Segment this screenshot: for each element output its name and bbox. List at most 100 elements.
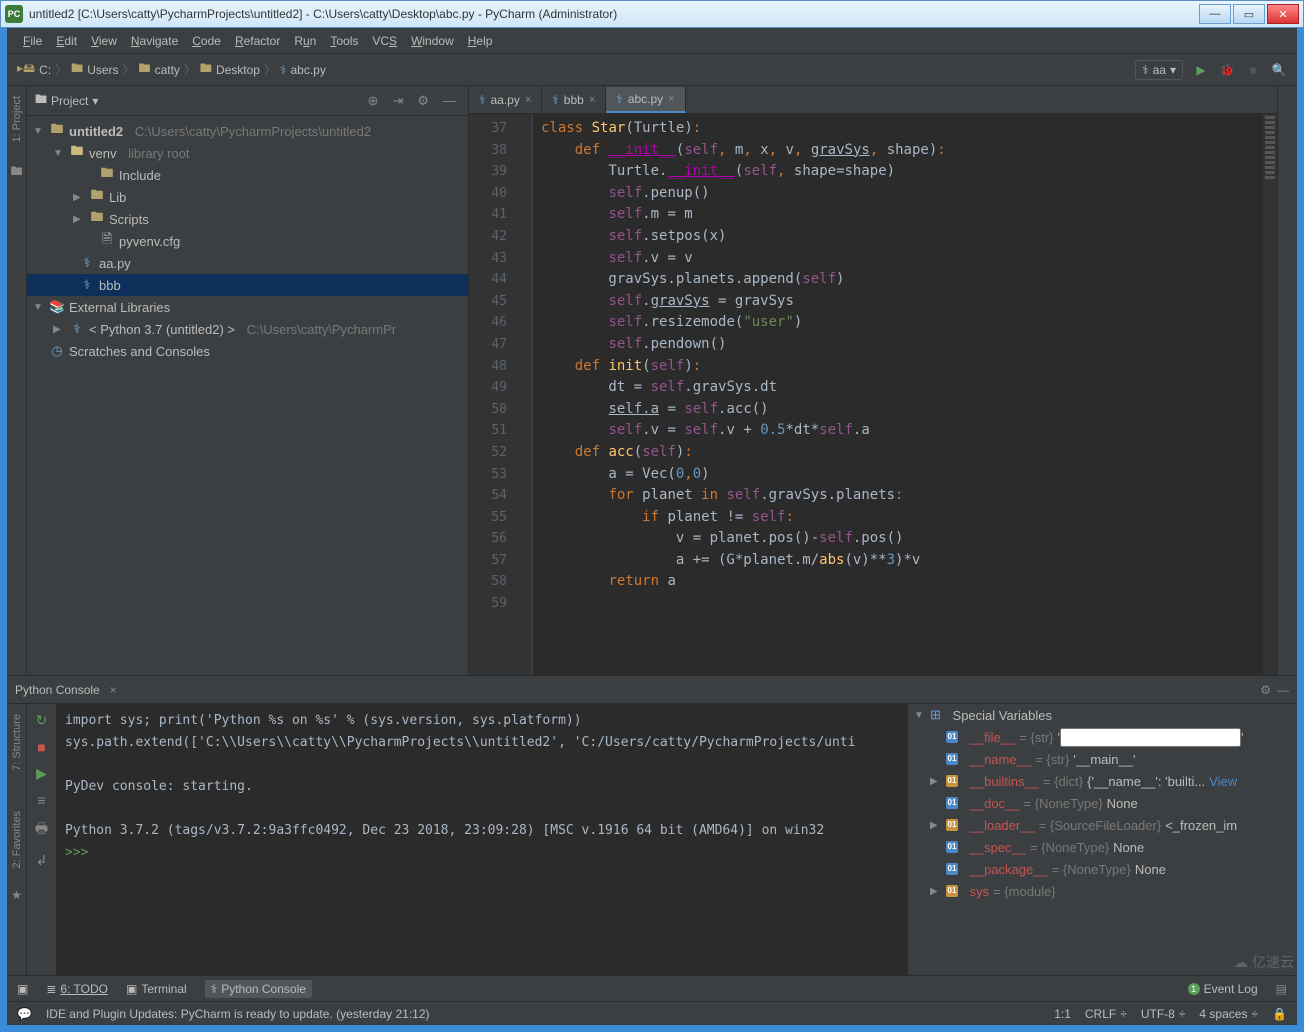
project-header[interactable]: 🖿 Project ▾: [35, 90, 98, 111]
menu-edit[interactable]: Edit: [50, 34, 83, 48]
search-button[interactable]: 🔍: [1271, 62, 1287, 78]
menu-bar: File Edit View Navigate Code Refactor Ru…: [7, 28, 1297, 54]
var-row[interactable]: 01 __name__ = {str} '__main__': [908, 748, 1297, 770]
tree-venv[interactable]: ▼🖿venv library root: [27, 142, 468, 164]
stop-button[interactable]: ■: [1245, 62, 1261, 78]
tree-ext[interactable]: ▼📚External Libraries: [27, 296, 468, 318]
console-output[interactable]: import sys; print('Python %s on %s' % (s…: [57, 704, 907, 975]
run-button[interactable]: ▶: [1193, 62, 1209, 78]
tree-aa[interactable]: ⚕aa.py: [27, 252, 468, 274]
console-settings-icon[interactable]: ⚙: [1260, 683, 1271, 697]
vars-header[interactable]: ▼⊞ Special Variables: [908, 704, 1297, 726]
lock-icon[interactable]: 🔒: [1272, 1007, 1287, 1021]
show-tools-icon[interactable]: ▣: [17, 982, 28, 996]
tree-root[interactable]: ▼🖿untitled2 C:\Users\catty\PycharmProjec…: [27, 120, 468, 142]
var-row[interactable]: 01 __spec__ = {NoneType} None: [908, 836, 1297, 858]
tree-cfg[interactable]: 🗎pyvenv.cfg: [27, 230, 468, 252]
app-icon: PC: [5, 5, 23, 23]
close-button[interactable]: ✕: [1267, 4, 1299, 24]
crumb-catty[interactable]: 🖿 catty: [139, 59, 180, 80]
variables-panel[interactable]: ▼⊞ Special Variables 01 __file__ = {str}…: [907, 704, 1297, 975]
run-config-select[interactable]: ⚕aa ▾: [1135, 60, 1183, 80]
minimize-button[interactable]: ―: [1199, 4, 1231, 24]
var-row[interactable]: ▶01 sys = {module}: [908, 880, 1297, 902]
crumb-users[interactable]: 🖿 Users: [71, 59, 118, 80]
tree-bbb[interactable]: ⚕bbb: [27, 274, 468, 296]
close-console-icon[interactable]: ×: [110, 683, 117, 697]
menu-view[interactable]: View: [85, 34, 123, 48]
balloon-icon[interactable]: 💬: [17, 1007, 32, 1021]
tree-include[interactable]: 🖿Include: [27, 164, 468, 186]
stop-icon[interactable]: ■: [37, 739, 45, 755]
step-icon[interactable]: ≡: [37, 792, 45, 808]
crumb-desktop[interactable]: 🖿 Desktop: [200, 59, 260, 80]
memory-icon[interactable]: ▤: [1276, 982, 1287, 996]
sidebar-tab-project[interactable]: 1: Project: [11, 96, 23, 142]
line-sep[interactable]: CRLF ÷: [1085, 1007, 1127, 1021]
minimap[interactable]: [1263, 114, 1277, 675]
soft-wrap-icon[interactable]: ↲: [36, 852, 48, 869]
var-row[interactable]: 01 __package__ = {NoneType} None: [908, 858, 1297, 880]
tree-scripts[interactable]: ▶🖿Scripts: [27, 208, 468, 230]
menu-code[interactable]: Code: [186, 34, 227, 48]
maximize-button[interactable]: ▭: [1233, 4, 1265, 24]
var-row[interactable]: ▶01 __loader__ = {SourceFileLoader} <_fr…: [908, 814, 1297, 836]
terminal-tab[interactable]: ▣ Terminal: [126, 982, 187, 996]
console-title[interactable]: Python Console: [15, 683, 100, 697]
tree-py37[interactable]: ▶⚕< Python 3.7 (untitled2) > C:\Users\ca…: [27, 318, 468, 340]
hide-icon[interactable]: —: [439, 93, 460, 108]
tree-scratch[interactable]: ◷Scratches and Consoles: [27, 340, 468, 362]
indent[interactable]: 4 spaces ÷: [1199, 1007, 1258, 1021]
caret-pos[interactable]: 1:1: [1054, 1007, 1071, 1021]
sidebar-folder-icon[interactable]: 🖿: [10, 162, 22, 183]
run-icon[interactable]: ▶: [36, 765, 47, 782]
code-area[interactable]: class Star(Turtle): def __init__(self, m…: [533, 114, 1263, 675]
var-row[interactable]: 01 __doc__ = {NoneType} None: [908, 792, 1297, 814]
breadcrumbs: ▸🖴 C:〉 🖿 Users〉 🖿 catty〉 🖿 Desktop〉 ⚕ ab…: [17, 59, 1135, 80]
var-row[interactable]: 01 __file__ = {str} '': [908, 726, 1297, 748]
menu-window[interactable]: Window: [405, 34, 460, 48]
close-icon[interactable]: ×: [525, 94, 531, 106]
menu-tools[interactable]: Tools: [324, 34, 364, 48]
tab-bbb[interactable]: ⚕bbb×: [542, 87, 606, 113]
settings-icon[interactable]: ⚙: [413, 93, 433, 109]
locate-icon[interactable]: ⊕: [364, 93, 383, 109]
sidebar-tab-favorites[interactable]: 2: Favorites: [11, 811, 23, 868]
status-message: IDE and Plugin Updates: PyCharm is ready…: [46, 1007, 430, 1021]
menu-vcs[interactable]: VCS: [366, 34, 403, 48]
tab-abc[interactable]: ⚕abc.py×: [606, 87, 685, 113]
event-log[interactable]: 1Event Log: [1188, 982, 1258, 996]
fold-gutter[interactable]: [515, 114, 533, 675]
console-tab[interactable]: ⚕ Python Console: [205, 980, 312, 998]
crumb-drive[interactable]: ▸🖴 C:: [17, 59, 51, 80]
menu-run[interactable]: Run: [288, 34, 322, 48]
todo-tab[interactable]: ≣ 6: TODO: [46, 982, 108, 996]
bottom-toolbar: ▣ ≣ 6: TODO ▣ Terminal ⚕ Python Console …: [7, 975, 1297, 1001]
left-tool-strip: 1: Project 🖿: [7, 86, 27, 675]
rerun-icon[interactable]: ↻: [36, 712, 48, 729]
menu-refactor[interactable]: Refactor: [229, 34, 286, 48]
menu-file[interactable]: File: [17, 34, 48, 48]
collapse-icon[interactable]: ⇥: [388, 93, 407, 109]
debug-button[interactable]: 🐞: [1219, 62, 1235, 78]
console-hide-icon[interactable]: —: [1277, 683, 1289, 697]
close-icon[interactable]: ×: [668, 93, 674, 105]
menu-help[interactable]: Help: [462, 34, 499, 48]
crumb-file[interactable]: ⚕ abc.py: [280, 63, 326, 77]
sidebar-tab-structure[interactable]: 7: Structure: [11, 714, 23, 771]
close-icon[interactable]: ×: [589, 94, 595, 106]
tab-aa[interactable]: ⚕aa.py×: [469, 87, 542, 113]
window-title: untitled2 [C:\Users\catty\PycharmProject…: [29, 7, 1199, 21]
tree-lib[interactable]: ▶🖿Lib: [27, 186, 468, 208]
status-bar: 💬 IDE and Plugin Updates: PyCharm is rea…: [7, 1001, 1297, 1025]
line-gutter[interactable]: 37 38 39 40 41 42 43 44 45 46 47 48 49 5…: [469, 114, 515, 675]
var-row[interactable]: ▶01 __builtins__ = {dict} {'__name__': '…: [908, 770, 1297, 792]
print-icon[interactable]: 🖶: [35, 818, 48, 842]
star-icon[interactable]: ★: [11, 888, 22, 902]
console-gutter: ↻ ■ ▶ ≡ 🖶 ↲: [27, 704, 57, 975]
encoding[interactable]: UTF-8 ÷: [1141, 1007, 1186, 1021]
editor-tabs: ⚕aa.py× ⚕bbb× ⚕abc.py×: [469, 86, 1277, 114]
menu-navigate[interactable]: Navigate: [125, 34, 184, 48]
project-panel: 🖿 Project ▾ ⊕ ⇥ ⚙ — ▼🖿untitled2 C:\Users…: [27, 86, 469, 675]
watermark: ☁ 亿速云: [1234, 952, 1294, 972]
